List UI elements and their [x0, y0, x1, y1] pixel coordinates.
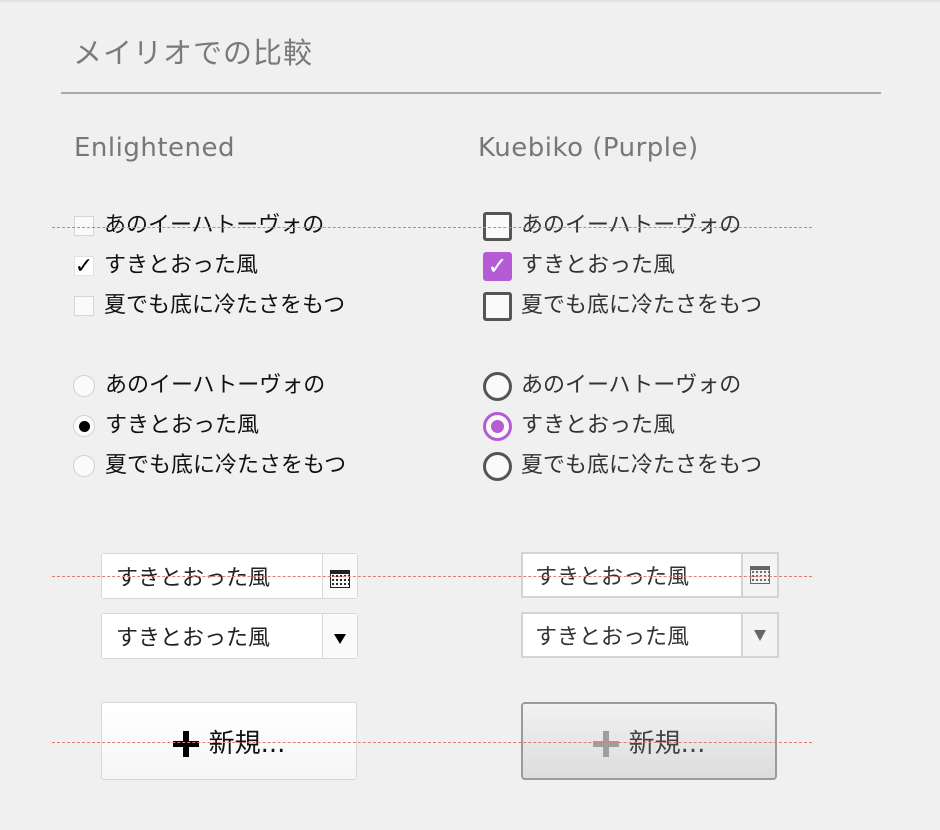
date-input[interactable]: すきとおった風 [523, 554, 741, 596]
new-button-label: 新規... [628, 728, 706, 759]
dropdown-value[interactable]: すきとおった風 [523, 614, 741, 656]
checkbox-label: すきとおった風 [521, 253, 676, 278]
enlightened-new-button[interactable]: 新規... [101, 702, 357, 780]
title-divider [61, 92, 881, 94]
radio-unselected-icon [73, 455, 95, 477]
enlightened-dropdown[interactable]: すきとおった風 [101, 613, 358, 659]
checkbox-label: 夏でも底に冷たさをもつ [104, 293, 346, 318]
enlightened-checkbox-1[interactable]: あのイーハトーヴォの [73, 209, 324, 243]
radio-unselected-icon [73, 375, 95, 397]
checkbox-label: すきとおった風 [104, 253, 259, 278]
baseline-guide [52, 227, 812, 228]
kuebiko-new-button[interactable]: 新規... [521, 702, 777, 780]
page-title: メイリオでの比較 [73, 36, 314, 70]
new-button-label: 新規... [208, 728, 286, 759]
checkbox-label: あのイーハトーヴォの [521, 213, 742, 238]
radio-label: 夏でも底に冷たさをもつ [105, 453, 347, 478]
radio-label: あのイーハトーヴォの [521, 373, 742, 398]
radio-label: 夏でも底に冷たさをもつ [521, 453, 763, 478]
checkbox-unchecked-icon [483, 211, 512, 241]
calendar-icon [750, 566, 770, 584]
enlightened-radio-2[interactable]: すきとおった風 [73, 409, 259, 443]
dropdown-button[interactable] [322, 614, 357, 658]
plus-icon [592, 731, 619, 757]
kuebiko-heading: Kuebiko (Purple) [478, 133, 699, 163]
kuebiko-checkbox-2[interactable]: ✓ すきとおった風 [483, 249, 675, 283]
kuebiko-dropdown[interactable]: すきとおった風 [521, 612, 779, 658]
baseline-guide [52, 576, 812, 577]
radio-selected-icon [73, 415, 95, 437]
kuebiko-checkbox-3[interactable]: 夏でも底に冷たさをもつ [483, 289, 762, 323]
radio-label: あのイーハトーヴォの [105, 373, 326, 398]
calendar-icon [330, 570, 350, 588]
dropdown-button[interactable] [741, 614, 777, 656]
radio-selected-icon [483, 411, 512, 441]
baseline-guide [52, 742, 812, 743]
kuebiko-radio-1[interactable]: あのイーハトーヴォの [483, 369, 741, 403]
checkbox-label: 夏でも底に冷たさをもつ [521, 293, 763, 318]
checkbox-label: あのイーハトーヴォの [104, 213, 325, 238]
checkbox-unchecked-icon [74, 216, 94, 236]
chevron-down-icon [334, 634, 346, 644]
radio-label: すきとおった風 [521, 413, 676, 438]
chevron-down-icon [754, 629, 766, 641]
checkmark-icon: ✓ [483, 251, 512, 281]
checkbox-unchecked-icon [483, 291, 512, 321]
enlightened-checkbox-2[interactable]: ✓ すきとおった風 [73, 249, 258, 283]
kuebiko-date-field[interactable]: すきとおった風 [521, 552, 779, 598]
checkbox-unchecked-icon [74, 296, 94, 316]
top-border [0, 0, 940, 2]
enlightened-checkbox-3[interactable]: 夏でも底に冷たさをもつ [73, 289, 345, 323]
enlightened-radio-1[interactable]: あのイーハトーヴォの [73, 369, 325, 403]
calendar-button[interactable] [741, 554, 777, 596]
kuebiko-radio-2[interactable]: すきとおった風 [483, 409, 675, 443]
plus-icon [172, 731, 199, 757]
dropdown-value[interactable]: すきとおった風 [102, 614, 322, 658]
kuebiko-radio-3[interactable]: 夏でも底に冷たさをもつ [483, 449, 762, 483]
enlightened-radio-3[interactable]: 夏でも底に冷たさをもつ [73, 449, 346, 483]
enlightened-heading: Enlightened [74, 133, 236, 163]
radio-unselected-icon [483, 371, 512, 401]
checkmark-icon: ✓ [74, 253, 94, 279]
radio-unselected-icon [483, 451, 512, 481]
radio-label: すきとおった風 [105, 413, 260, 438]
kuebiko-checkbox-1[interactable]: あのイーハトーヴォの [483, 209, 741, 243]
